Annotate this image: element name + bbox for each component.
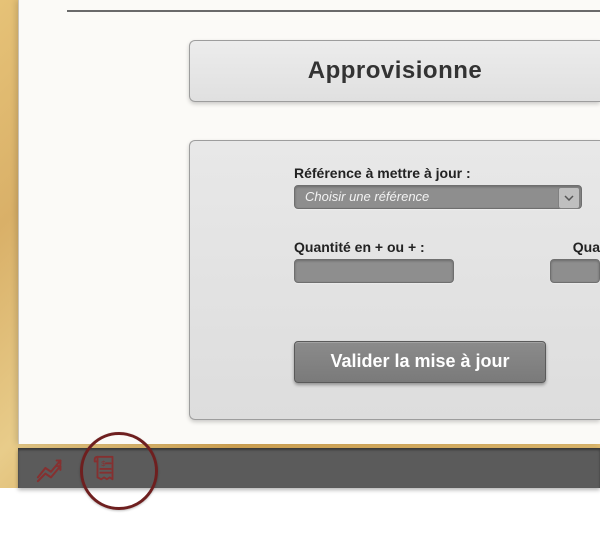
quantity-right-label: Qua [573, 239, 600, 255]
quantity-row: Quantité en + ou + : Qua [294, 239, 600, 283]
submit-row: Valider la mise à jour [294, 341, 600, 383]
reference-select-value[interactable]: Choisir une référence [294, 185, 582, 209]
bottom-taskbar: $ [18, 448, 600, 488]
section-title: Approvisionne [308, 57, 483, 85]
supply-form-card: Référence à mettre à jour : Choisir une … [189, 140, 600, 420]
chevron-down-icon[interactable] [558, 187, 580, 209]
content-panel: Approvisionne Référence à mettre à jour … [18, 0, 600, 444]
top-divider [67, 10, 600, 12]
reference-select[interactable]: Choisir une référence [294, 185, 582, 209]
submit-button[interactable]: Valider la mise à jour [294, 341, 546, 383]
invoice-icon[interactable]: $ [88, 451, 122, 485]
reference-row: Référence à mettre à jour : Choisir une … [294, 165, 600, 209]
chart-icon[interactable] [34, 451, 68, 485]
page-bottom-margin [0, 488, 600, 534]
section-title-card: Approvisionne [189, 40, 600, 102]
quantity-delta-input[interactable] [294, 259, 454, 283]
quantity-right-input[interactable] [550, 259, 600, 283]
reference-label: Référence à mettre à jour : [294, 165, 600, 181]
quantity-delta-label: Quantité en + ou + : [294, 239, 454, 255]
